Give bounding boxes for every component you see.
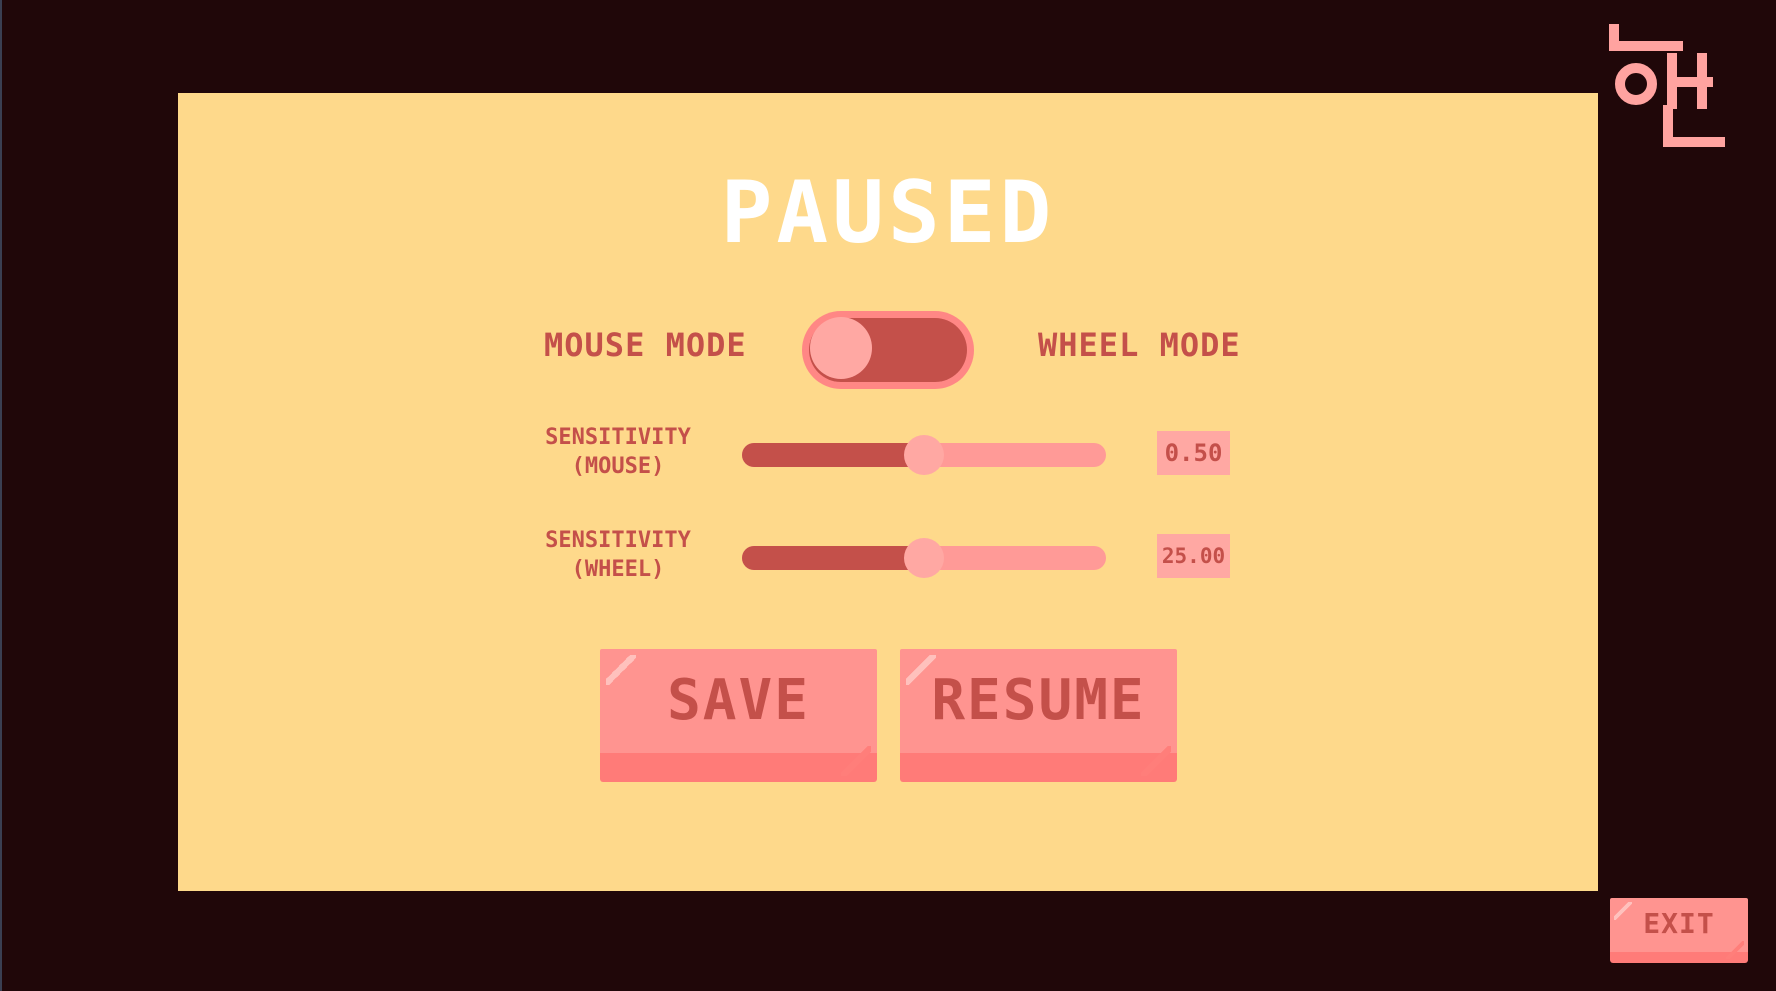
window-edge	[0, 0, 2, 991]
sensitivity-wheel-label: SENSITIVITY (WHEEL)	[540, 526, 696, 584]
sensitivity-mouse-label: SENSITIVITY (MOUSE)	[540, 423, 696, 481]
mode-toggle-switch[interactable]	[802, 311, 974, 389]
sensitivity-wheel-slider[interactable]	[742, 538, 1106, 578]
toggle-knob[interactable]	[810, 317, 872, 379]
exit-button[interactable]: EXIT	[1610, 898, 1748, 963]
hangul-logo-icon	[1609, 24, 1725, 147]
button-glint	[841, 746, 871, 776]
slider-handle[interactable]	[904, 538, 944, 578]
sensitivity-mouse-value[interactable]: 0.50	[1157, 431, 1230, 475]
pause-title: PAUSED	[720, 163, 1056, 263]
slider-fill	[742, 546, 924, 570]
button-base	[600, 753, 877, 782]
exit-button-label: EXIT	[1643, 907, 1715, 940]
game-screen: PAUSED MOUSE MODE WHEEL MODE SENSITIVITY…	[0, 0, 1776, 991]
sensitivity-mouse-label-line2: (MOUSE)	[571, 454, 665, 479]
button-glint	[1141, 746, 1171, 776]
slider-fill	[742, 443, 924, 467]
resume-button-label: RESUME	[931, 668, 1146, 733]
slider-handle[interactable]	[904, 435, 944, 475]
sensitivity-mouse-label-line1: SENSITIVITY	[545, 425, 691, 450]
wheel-mode-label[interactable]: WHEEL MODE	[1038, 329, 1241, 361]
save-button[interactable]: SAVE	[600, 649, 877, 782]
button-base	[900, 753, 1177, 782]
mouse-mode-label[interactable]: MOUSE MODE	[544, 329, 747, 361]
sensitivity-wheel-label-line2: (WHEEL)	[571, 557, 665, 582]
sensitivity-wheel-label-line1: SENSITIVITY	[545, 528, 691, 553]
resume-button[interactable]: RESUME	[900, 649, 1177, 782]
sensitivity-mouse-slider[interactable]	[742, 435, 1106, 475]
button-glint	[1726, 941, 1744, 959]
save-button-label: SAVE	[667, 668, 810, 733]
sensitivity-wheel-value[interactable]: 25.00	[1157, 534, 1230, 578]
